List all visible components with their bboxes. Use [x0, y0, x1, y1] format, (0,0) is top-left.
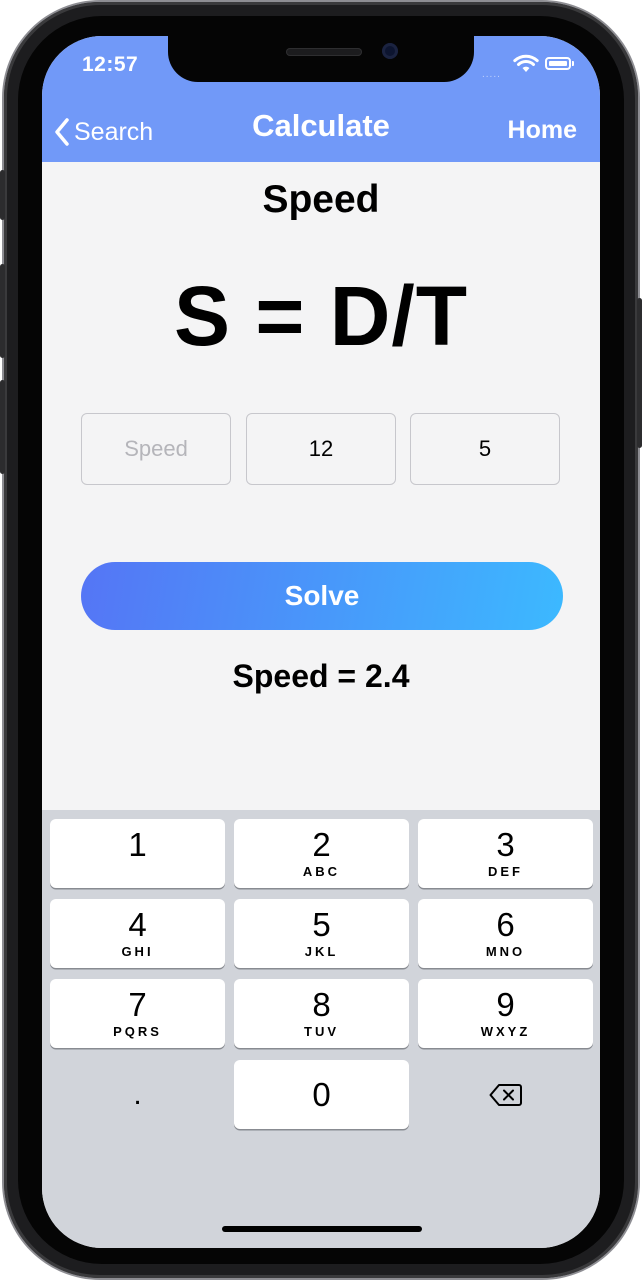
- distance-input[interactable]: [246, 413, 396, 485]
- screen: 12:57 ..... Search Calculate Home Speed …: [42, 36, 600, 1248]
- delete-key[interactable]: [418, 1060, 593, 1129]
- front-camera: [382, 43, 398, 59]
- navigation-bar: 12:57 ..... Search Calculate Home: [42, 36, 600, 162]
- speaker-grille: [286, 48, 362, 56]
- key-1[interactable]: 1: [50, 819, 225, 888]
- home-button[interactable]: Home: [508, 116, 577, 145]
- mute-switch: [0, 170, 5, 220]
- cellular-signal-icon: .....: [482, 69, 501, 80]
- key-0[interactable]: 0: [234, 1060, 409, 1129]
- notch: [168, 36, 474, 82]
- key-9[interactable]: 9 WXYZ: [418, 979, 593, 1048]
- key-7[interactable]: 7 PQRS: [50, 979, 225, 1048]
- wifi-icon: [513, 54, 539, 72]
- key-5[interactable]: 5 JKL: [234, 899, 409, 968]
- home-indicator[interactable]: [222, 1226, 422, 1232]
- key-3[interactable]: 3 DEF: [418, 819, 593, 888]
- power-button: [637, 298, 642, 448]
- speed-input[interactable]: [81, 413, 231, 485]
- key-decimal[interactable]: .: [50, 1060, 225, 1129]
- formula: S = D/T: [173, 269, 469, 363]
- battery-tip: [572, 61, 574, 66]
- solve-button[interactable]: Solve: [81, 562, 563, 630]
- key-4[interactable]: 4 GHI: [50, 899, 225, 968]
- key-8[interactable]: 8 TUV: [234, 979, 409, 1048]
- time-input[interactable]: [410, 413, 560, 485]
- section-heading: Speed: [262, 178, 380, 221]
- result-text: Speed = 2.4: [232, 658, 410, 694]
- volume-up-button: [0, 264, 5, 358]
- battery-icon: [545, 57, 571, 70]
- key-6[interactable]: 6 MNO: [418, 899, 593, 968]
- key-2[interactable]: 2 ABC: [234, 819, 409, 888]
- volume-down-button: [0, 380, 5, 474]
- delete-backspace-icon: [489, 1083, 522, 1106]
- numeric-keypad: 1 2 ABC 3 DEF 4 GHI 5 JKL 6 MNO 7 PQRS 8 TUV 9W…: [42, 810, 600, 1248]
- status-time: 12:57: [82, 53, 139, 76]
